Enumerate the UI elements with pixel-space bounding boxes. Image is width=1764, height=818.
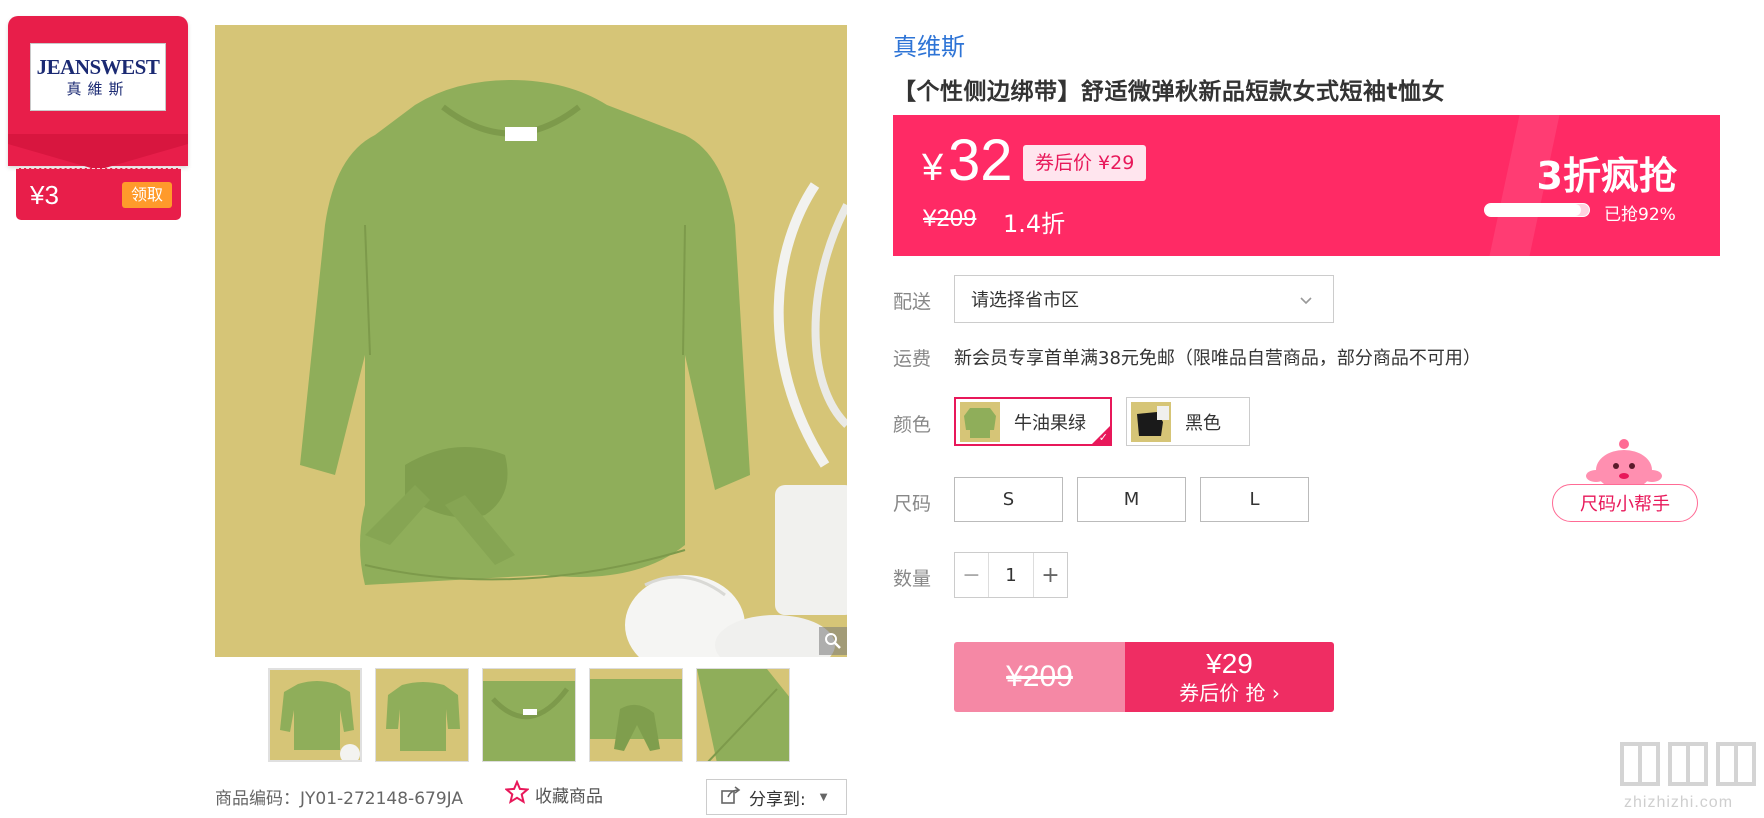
buy-action-label: 券后价 抢 › [1179, 681, 1280, 705]
thumbnail-1[interactable] [268, 668, 362, 762]
size-option-l[interactable]: L [1200, 477, 1309, 522]
brand-logo-en: JEANSWEST [36, 55, 160, 79]
brand-coupon-card: JEANSWEST 真維斯 ¥3 领取 [8, 16, 188, 221]
thumbnail-2[interactable] [375, 668, 469, 762]
buy-coupon-price: ¥29 [1206, 648, 1253, 679]
thumbnail-strip [268, 668, 790, 762]
chevron-down-icon [1299, 291, 1313, 312]
buy-button[interactable]: ¥209 ¥29 券后价 抢 › [954, 642, 1334, 712]
color-swatch-black [1131, 401, 1171, 442]
size-label: 尺码 [893, 493, 932, 515]
favorite-button[interactable]: 收藏商品 [504, 779, 603, 809]
caret-down-icon: ▼ [819, 791, 828, 803]
current-price: 32 [948, 128, 1013, 193]
region-select-value: 请选择省市区 [971, 290, 1079, 311]
increment-button[interactable]: + [1034, 553, 1067, 597]
coupon-amount: ¥3 [30, 180, 59, 210]
sold-progress-bar [1484, 203, 1590, 217]
product-code: 商品编码：JY01-272148-679JA [215, 789, 463, 809]
price-currency: ¥ [922, 147, 944, 189]
thumbnail-4[interactable] [589, 668, 683, 762]
after-coupon-badge: 券后价 ¥29 [1023, 145, 1147, 181]
discount-label: 1.4折 [1003, 210, 1066, 238]
brand-logo-cn: 真維斯 [66, 80, 130, 98]
color-option-black[interactable]: 黑色 [1126, 397, 1250, 446]
quantity-label: 数量 [893, 568, 932, 590]
share-icon [721, 785, 741, 809]
share-dropdown[interactable]: 分享到: ▼ [706, 779, 847, 815]
share-label: 分享到: [749, 789, 806, 810]
delivery-label: 配送 [893, 291, 932, 313]
brand-name-link[interactable]: 真维斯 [893, 27, 965, 62]
decrement-button[interactable]: − [955, 553, 988, 597]
thumbnail-3[interactable] [482, 668, 576, 762]
favorite-label: 收藏商品 [535, 787, 603, 807]
color-option-avocado-green[interactable]: 牛油果绿 ✓ [954, 397, 1112, 446]
product-title: 【个性侧边绑带】舒适微弹秋新品短款女式短袖t恤女 [893, 79, 1445, 105]
size-helper-button[interactable]: 尺码小帮手 [1552, 484, 1698, 522]
color-option-label: 黑色 [1185, 412, 1221, 434]
price-banner: ¥ 32 券后价 ¥29 ¥209 1.4折 3折疯抢 已抢92% [893, 115, 1720, 256]
sold-progress-fill [1485, 204, 1581, 216]
watermark-text: zhizhizhi.com [1624, 794, 1734, 811]
color-option-label: 牛油果绿 [1014, 412, 1086, 434]
main-product-image[interactable] [215, 25, 847, 657]
thumbnail-5[interactable] [696, 668, 790, 762]
shipping-label: 运费 [893, 348, 932, 370]
quantity-stepper: − 1 + [954, 552, 1068, 598]
color-swatch-green [960, 401, 1000, 442]
buy-original-price: ¥209 [954, 642, 1125, 712]
size-option-s[interactable]: S [954, 477, 1063, 522]
quantity-value[interactable]: 1 [988, 553, 1034, 597]
original-price: ¥209 [923, 205, 977, 232]
check-icon: ✓ [1098, 431, 1108, 444]
brand-logo[interactable]: JEANSWEST 真維斯 [30, 43, 166, 111]
color-label: 颜色 [893, 414, 932, 436]
zoom-icon[interactable] [819, 627, 847, 655]
star-icon [504, 779, 530, 809]
watermark: zhizhizhi.com [1616, 736, 1764, 818]
promo-label: 3折疯抢 [1536, 154, 1677, 198]
sold-progress-text: 已抢92% [1604, 205, 1676, 225]
size-helper[interactable]: 尺码小帮手 [1552, 436, 1700, 522]
buy-coupon-section[interactable]: ¥29 券后价 抢 › [1125, 642, 1334, 712]
coupon-strip: ¥3 领取 [16, 168, 181, 220]
shipping-info: 新会员专享首单满38元免邮（限唯品自营商品，部分商品不可用） [954, 348, 1481, 369]
region-select[interactable]: 请选择省市区 [954, 275, 1334, 323]
size-option-m[interactable]: M [1077, 477, 1186, 522]
claim-coupon-button[interactable]: 领取 [122, 182, 172, 208]
